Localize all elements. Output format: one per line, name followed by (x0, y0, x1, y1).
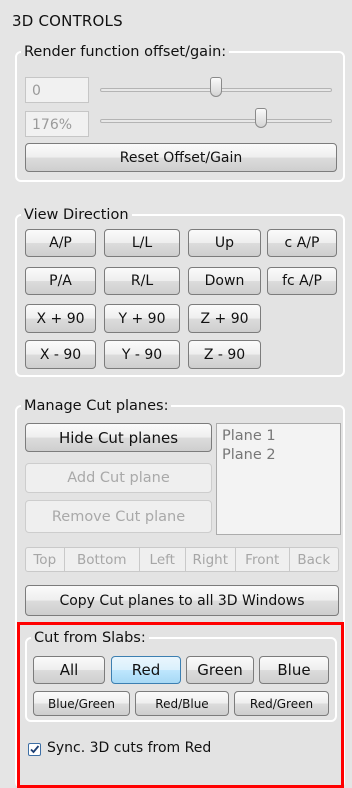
view-direction-legend: View Direction (24, 207, 129, 223)
copy-cut-planes-button[interactable]: Copy Cut planes to all 3D Windows (25, 585, 339, 616)
rotate-z-plus-90-button[interactable]: Z + 90 (188, 304, 261, 333)
highlight-frame (17, 622, 344, 788)
hide-cut-planes-button[interactable]: Hide Cut planes (25, 423, 212, 452)
view-ap-button[interactable]: A/P (25, 229, 96, 257)
cut-side-buttons: Top Bottom Left Right Front Back (25, 547, 339, 572)
reset-offset-gain-button[interactable]: Reset Offset/Gain (25, 143, 337, 172)
cut-top-button[interactable]: Top (26, 548, 65, 571)
view-down-button[interactable]: Down (188, 267, 261, 295)
rotate-y-minus-90-button[interactable]: Y - 90 (104, 340, 180, 369)
view-cap-button[interactable]: c A/P (267, 229, 337, 257)
gain-slider-track[interactable] (100, 119, 332, 123)
render-group-legend: Render function offset/gain: (24, 44, 227, 60)
view-rl-button[interactable]: R/L (104, 267, 180, 295)
remove-cut-plane-button[interactable]: Remove Cut plane (25, 500, 212, 533)
panel-title: 3D CONTROLS (12, 12, 123, 30)
add-cut-plane-button[interactable]: Add Cut plane (25, 463, 212, 493)
offset-value-field[interactable]: 0 (25, 77, 89, 103)
gain-slider-thumb[interactable] (255, 108, 267, 128)
cut-front-button[interactable]: Front (236, 548, 290, 571)
cut-plane-list-item[interactable]: Plane 1 (222, 427, 340, 446)
rotate-x-plus-90-button[interactable]: X + 90 (25, 304, 96, 333)
gain-value-field[interactable]: 176% (25, 111, 89, 137)
cut-bottom-button[interactable]: Bottom (65, 548, 140, 571)
view-up-button[interactable]: Up (188, 229, 261, 257)
cut-planes-list[interactable]: Plane 1 Plane 2 (216, 423, 341, 535)
rotate-x-minus-90-button[interactable]: X - 90 (25, 340, 96, 369)
cut-left-button[interactable]: Left (140, 548, 186, 571)
rotate-z-minus-90-button[interactable]: Z - 90 (188, 340, 261, 369)
view-ll-button[interactable]: L/L (104, 229, 180, 257)
view-fcap-button[interactable]: fc A/P (267, 267, 337, 295)
cut-right-button[interactable]: Right (186, 548, 236, 571)
cut-plane-list-item[interactable]: Plane 2 (222, 446, 340, 465)
cut-back-button[interactable]: Back (290, 548, 339, 571)
offset-slider-thumb[interactable] (210, 77, 222, 97)
cut-planes-legend: Manage Cut planes: (24, 398, 169, 414)
view-pa-button[interactable]: P/A (25, 267, 96, 295)
rotate-y-plus-90-button[interactable]: Y + 90 (104, 304, 180, 333)
